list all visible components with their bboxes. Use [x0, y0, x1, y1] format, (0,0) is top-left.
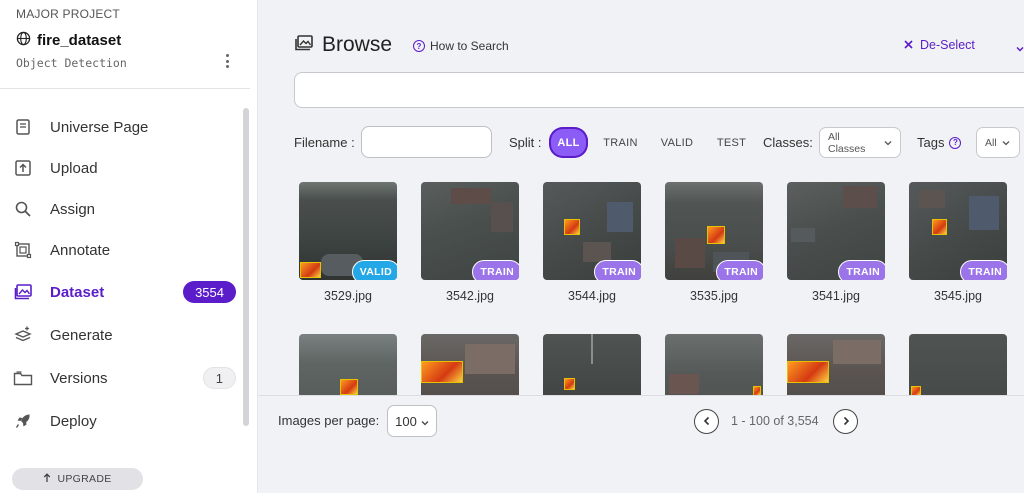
images-per-page-value: 100	[395, 413, 417, 429]
image-thumbnail[interactable]	[543, 334, 641, 395]
image-filename: 3529.jpg	[324, 289, 372, 303]
split-badge: TRAIN	[472, 260, 519, 280]
sidebar-item-label: Deploy	[50, 412, 97, 430]
image-thumbnail[interactable]: TRAIN	[665, 182, 763, 280]
upgrade-label: UPGRADE	[57, 473, 112, 485]
prev-page-button[interactable]	[694, 409, 719, 434]
chevron-right-icon	[842, 413, 850, 431]
pagination-bar: Images per page: 100 1 - 100 of 3,554	[258, 395, 1024, 493]
upgrade-button[interactable]: UPGRADE	[12, 468, 143, 490]
image-filename: 3541.jpg	[812, 289, 860, 303]
split-badge: TRAIN	[960, 260, 1007, 280]
rocket-icon	[13, 411, 33, 431]
chevron-down-icon	[421, 414, 429, 429]
arrow-up-icon	[43, 472, 51, 486]
image-thumbnail[interactable]	[421, 334, 519, 395]
sidebar-item-deploy[interactable]: Deploy	[0, 401, 250, 441]
image-thumbnail[interactable]	[665, 334, 763, 395]
image-thumbnail[interactable]: TRAIN	[421, 182, 519, 280]
split-badge: TRAIN	[716, 260, 763, 280]
images-per-page-select[interactable]: 100	[387, 405, 437, 437]
split-badge: TRAIN	[838, 260, 885, 280]
image-filename: 3535.jpg	[690, 289, 738, 303]
image-thumbnail[interactable]	[787, 334, 885, 395]
image-thumbnail[interactable]: TRAIN	[909, 182, 1007, 280]
image-thumbnail[interactable]	[299, 334, 397, 395]
page-range-text: 1 - 100 of 3,554	[731, 414, 819, 428]
image-thumbnail[interactable]: TRAIN	[787, 182, 885, 280]
chevron-left-icon	[703, 413, 711, 431]
image-thumbnail[interactable]: VALID	[299, 182, 397, 280]
split-badge: TRAIN	[594, 260, 641, 280]
image-filename: 3544.jpg	[568, 289, 616, 303]
image-grid: VALID 3529.jpg TRAIN 3542.jpg TRAIN 3544…	[0, 0, 1024, 395]
image-thumbnail[interactable]	[909, 334, 1007, 395]
images-per-page-label: Images per page:	[278, 413, 380, 428]
image-filename: 3545.jpg	[934, 289, 982, 303]
image-filename: 3542.jpg	[446, 289, 494, 303]
split-badge: VALID	[351, 260, 397, 280]
next-page-button[interactable]	[833, 409, 858, 434]
image-thumbnail[interactable]: TRAIN	[543, 182, 641, 280]
